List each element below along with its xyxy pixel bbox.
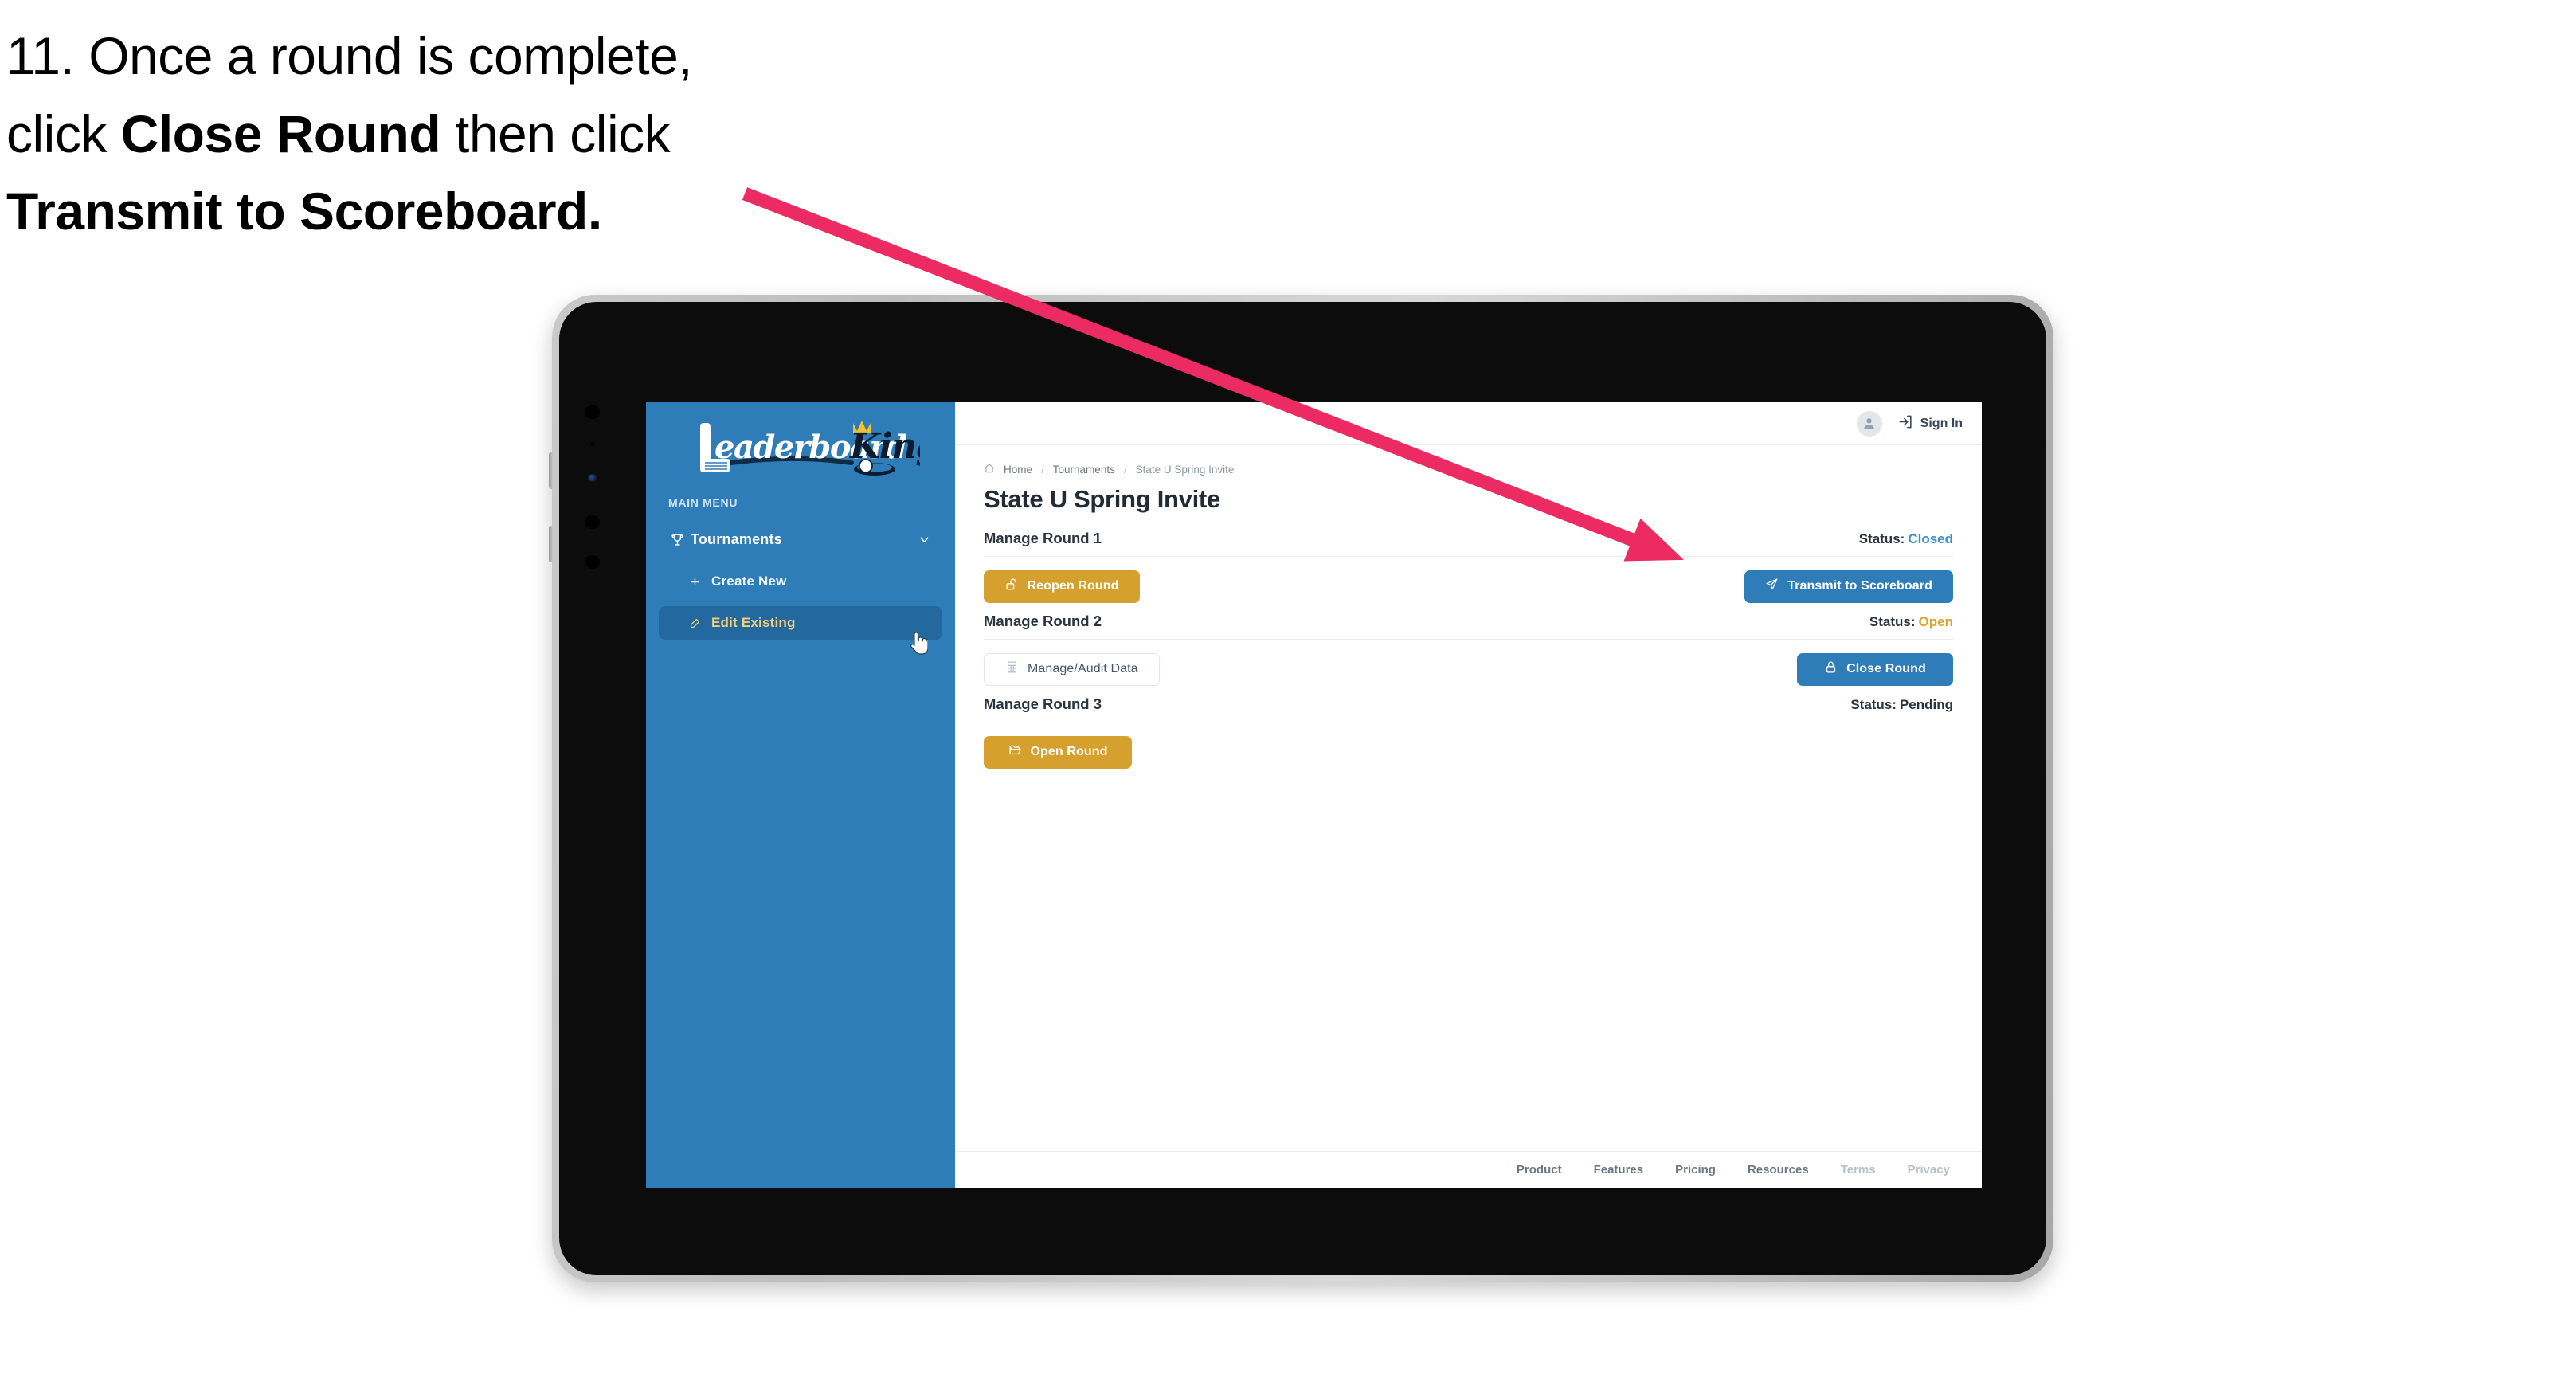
button-label: Transmit to Scoreboard — [1787, 579, 1932, 593]
sidebar-item-label: Tournaments — [691, 531, 782, 547]
sidebar-section-label: MAIN MENU — [668, 496, 738, 509]
leaderboard-king-logo-icon: eaderboard King — [700, 421, 920, 476]
button-label: Open Round — [1030, 745, 1108, 758]
round-block-3: Manage Round 3 Status: Pending Open Roun… — [984, 695, 1953, 769]
app-logo[interactable]: eaderboard King — [646, 402, 955, 501]
footer-link-terms[interactable]: Terms — [1841, 1163, 1876, 1177]
transmit-emphasis: Transmit to Scoreboard. — [6, 182, 602, 241]
footer-link-pricing[interactable]: Pricing — [1675, 1163, 1716, 1177]
footer-link-product[interactable]: Product — [1517, 1163, 1562, 1177]
pencil-square-icon — [689, 617, 711, 629]
sign-in-label: Sign In — [1920, 416, 1963, 430]
indicator-led-icon — [590, 442, 594, 446]
avatar[interactable] — [1856, 410, 1882, 437]
sidebar-subitem-label: Create New — [711, 574, 787, 589]
footer-link-privacy[interactable]: Privacy — [1908, 1163, 1950, 1177]
breadcrumb-separator: / — [1041, 464, 1044, 476]
status-badge: Status: Closed — [1859, 531, 1953, 547]
open-round-button[interactable]: Open Round — [984, 735, 1132, 769]
sidebar-subitem-label: Edit Existing — [711, 615, 796, 630]
status-value: Open — [1918, 614, 1953, 629]
page-title: State U Spring Invite — [984, 485, 1220, 513]
round-actions: Open Round — [984, 735, 1953, 769]
breadcrumb-item-current: State U Spring Invite — [1135, 464, 1235, 476]
app-header: Sign In — [955, 402, 1982, 445]
round-block-1: Manage Round 1 Status: Closed Reopen Rou… — [984, 530, 1953, 603]
pointing-hand-cursor — [909, 632, 929, 660]
svg-text:King: King — [848, 426, 920, 467]
round-header: Manage Round 2 Status: Open — [984, 613, 1953, 640]
app-footer: Product Features Pricing Resources Terms… — [955, 1151, 1982, 1188]
folder-open-icon — [1008, 743, 1022, 761]
paper-plane-icon — [1765, 578, 1779, 595]
status-value: Pending — [1899, 697, 1953, 712]
login-arrow-icon — [1898, 414, 1913, 433]
transmit-to-scoreboard-button[interactable]: Transmit to Scoreboard — [1744, 570, 1953, 603]
breadcrumb-item-tournaments[interactable]: Tournaments — [1053, 464, 1115, 476]
microphone-icon — [585, 515, 600, 529]
unlock-icon — [1005, 578, 1019, 595]
breadcrumb-separator: / — [1123, 464, 1127, 476]
footer-link-features[interactable]: Features — [1594, 1163, 1644, 1177]
reopen-round-button[interactable]: Reopen Round — [984, 570, 1140, 603]
round-header: Manage Round 3 Status: Pending — [984, 695, 1953, 722]
round-actions: Manage/Audit Data Close Round — [984, 652, 1953, 686]
sign-in-button[interactable]: Sign In — [1898, 414, 1963, 433]
front-camera-icon — [585, 405, 600, 419]
home-icon[interactable] — [984, 463, 995, 476]
trophy-icon — [670, 532, 691, 547]
table-grid-icon — [1005, 660, 1019, 678]
status-label: Status: — [1858, 531, 1905, 546]
tablet-device: eaderboard King MAIN MENU — [549, 295, 2053, 1282]
button-label: Manage/Audit Data — [1028, 662, 1138, 675]
app-viewport: eaderboard King MAIN MENU — [646, 402, 1982, 1188]
round-title: Manage Round 3 — [984, 695, 1102, 712]
sidebar-item-edit-existing[interactable]: Edit Existing — [659, 606, 942, 640]
breadcrumb: Home / Tournaments / State U Spring Invi… — [984, 463, 1953, 476]
sidebar-item-create-new[interactable]: Create New — [659, 565, 942, 598]
lock-icon — [1824, 660, 1838, 678]
footer-link-resources[interactable]: Resources — [1748, 1163, 1809, 1177]
status-label: Status: — [1869, 614, 1916, 629]
sidebar-item-tournaments[interactable]: Tournaments — [659, 522, 942, 557]
status-label: Status: — [1850, 697, 1897, 712]
round-title: Manage Round 2 — [984, 613, 1102, 629]
instruction-line-2: click Close Round then click — [6, 104, 671, 163]
content-area: Sign In Home / Tournaments / State U Spr… — [955, 402, 1982, 1188]
sidebar: eaderboard King MAIN MENU — [646, 402, 955, 1188]
instruction-caption: 11. Once a round is complete, click Clos… — [6, 18, 898, 251]
sidebar-nav: Tournaments Create New Edit Existing — [659, 522, 942, 640]
manage-audit-data-button[interactable]: Manage/Audit Data — [984, 652, 1160, 686]
button-label: Reopen Round — [1027, 579, 1119, 593]
status-badge: Status: Pending — [1850, 697, 1953, 713]
plus-icon — [689, 576, 711, 588]
button-label: Close Round — [1846, 662, 1926, 675]
round-title: Manage Round 1 — [984, 530, 1102, 546]
ambient-sensor-icon — [588, 474, 597, 482]
speaker-icon — [585, 555, 600, 569]
volume-up-button[interactable] — [549, 452, 554, 489]
close-round-emphasis: Close Round — [120, 104, 441, 163]
chevron-down-icon[interactable] — [918, 533, 931, 546]
instruction-line-1: 11. Once a round is complete, — [6, 26, 693, 85]
status-value: Closed — [1908, 531, 1953, 546]
tablet-bezel: eaderboard King MAIN MENU — [559, 302, 2046, 1275]
main-content: Home / Tournaments / State U Spring Invi… — [955, 445, 1982, 1151]
close-round-button[interactable]: Close Round — [1797, 652, 1953, 686]
round-block-2: Manage Round 2 Status: Open Manage/Audit… — [984, 613, 1953, 686]
round-header: Manage Round 1 Status: Closed — [984, 530, 1953, 557]
status-badge: Status: Open — [1869, 614, 1953, 630]
step-number: 11. — [6, 26, 75, 85]
breadcrumb-item-home[interactable]: Home — [1004, 464, 1032, 476]
volume-down-button[interactable] — [549, 526, 554, 562]
round-actions: Reopen Round Transmit to Scoreboard — [984, 570, 1953, 603]
